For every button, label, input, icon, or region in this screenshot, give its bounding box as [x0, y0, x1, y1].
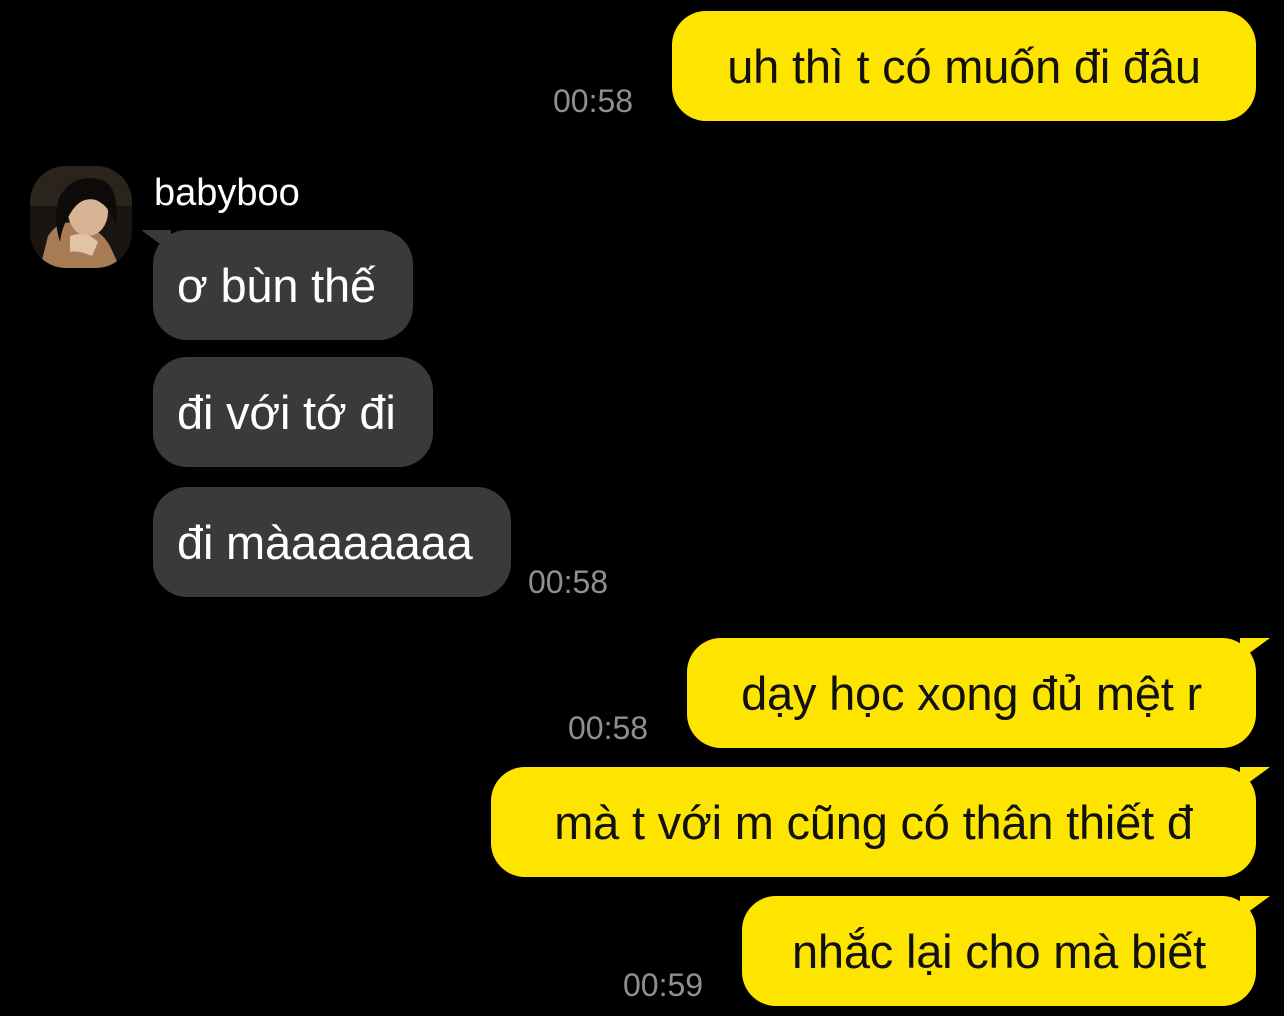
incoming-message-bubble[interactable]: ơ bùn thế [141, 230, 413, 340]
message-timestamp: 00:58 [568, 710, 649, 746]
avatar-photo-icon [30, 166, 132, 268]
bubble-tail [141, 230, 171, 252]
message-text: mà t với m cũng có thân thiết đ [554, 795, 1193, 849]
message-timestamp: 00:59 [623, 967, 704, 1003]
bubble-tail [1240, 767, 1270, 789]
message-text: đi với tớ đi [177, 385, 396, 439]
bubble-tail [1240, 896, 1270, 918]
incoming-message-bubble[interactable]: đi với tớ đi [153, 357, 433, 467]
contact-name: babyboo [154, 172, 300, 214]
outgoing-message-bubble[interactable]: uh thì t có muốn đi đâu [672, 11, 1256, 121]
contact-avatar[interactable] [30, 166, 132, 268]
incoming-message-bubble[interactable]: đi màaaaaaaa [153, 487, 511, 597]
outgoing-message-bubble[interactable]: nhắc lại cho mà biết [742, 896, 1270, 1006]
message-text: đi màaaaaaaa [177, 515, 473, 569]
message-text: ơ bùn thế [177, 258, 376, 312]
message-text: uh thì t có muốn đi đâu [727, 39, 1201, 93]
outgoing-message-bubble[interactable]: dạy học xong đủ mệt r [687, 638, 1270, 748]
bubble-tail [1240, 638, 1270, 660]
message-text: dạy học xong đủ mệt r [741, 666, 1202, 720]
outgoing-message-bubble[interactable]: mà t với m cũng có thân thiết đ [491, 767, 1270, 877]
message-timestamp: 00:58 [553, 83, 634, 119]
message-timestamp: 00:58 [528, 564, 609, 600]
message-text: nhắc lại cho mà biết [791, 924, 1207, 978]
